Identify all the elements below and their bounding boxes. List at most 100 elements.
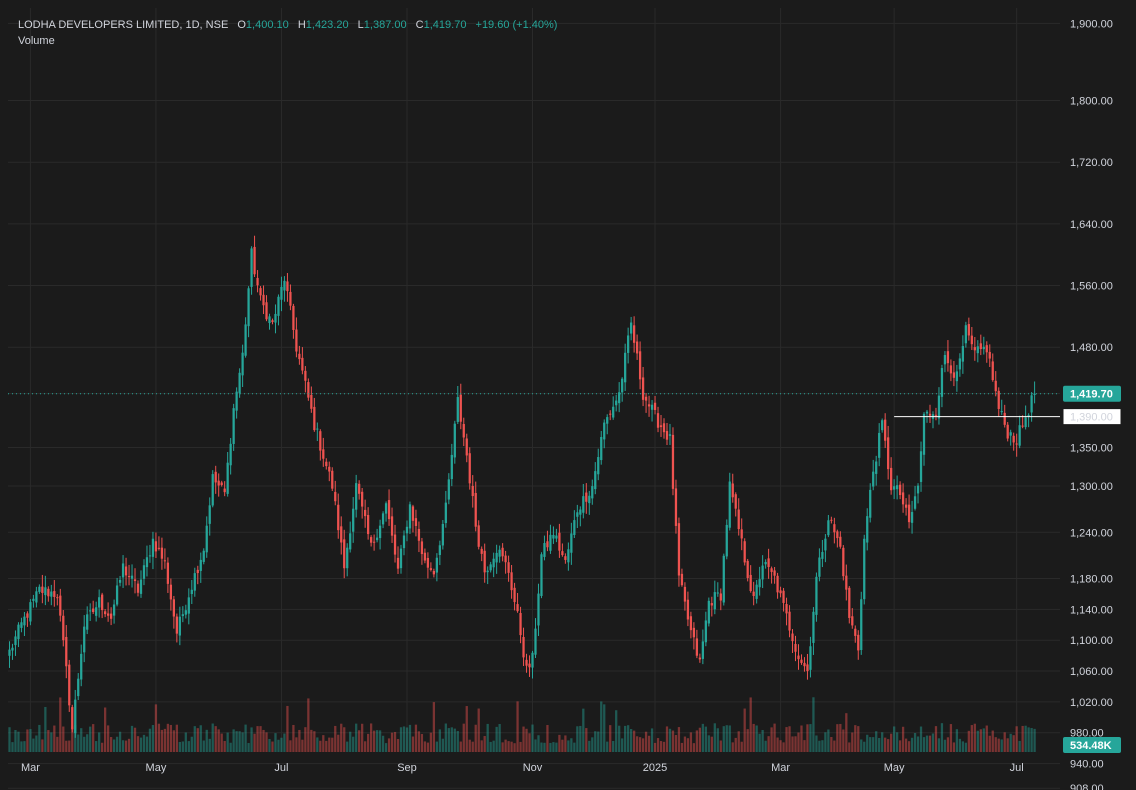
price-axis[interactable]: 1,900.00 1,800.00 1,720.00 1,640.00 1,560.00… (1062, 18, 1122, 790)
candle-body (609, 413, 612, 415)
candle-body (378, 525, 382, 539)
candle-body (426, 557, 430, 568)
volume-bar (361, 723, 364, 752)
candle-body (833, 524, 836, 533)
volume-bar (154, 704, 158, 752)
volume-bar (438, 729, 441, 752)
candle-body (38, 586, 41, 592)
volume-bar (764, 740, 767, 752)
candle-body (340, 526, 343, 543)
candle-body (1033, 393, 1036, 395)
volume-bar (659, 741, 663, 752)
volume-bar (375, 730, 379, 752)
candle-body (988, 351, 991, 359)
candle-body (594, 471, 597, 490)
candle-body (570, 533, 573, 553)
price-tick-label: 1,020.00 (1070, 697, 1113, 709)
volume-bar (89, 726, 92, 752)
candle-body (982, 346, 985, 350)
candle-body (396, 557, 400, 569)
candle-body (11, 647, 14, 651)
volume-bar (77, 734, 80, 752)
volume-bar (555, 742, 558, 752)
volume-bar (235, 731, 238, 752)
candle-body (734, 494, 737, 509)
candle-body (892, 486, 896, 490)
volume-bar (1027, 727, 1030, 752)
volume-bar (133, 727, 137, 752)
candle-body (492, 558, 495, 568)
candle-body (1015, 443, 1018, 445)
candle-body (375, 537, 379, 541)
candlestick-chart[interactable]: 1,900.00 1,800.00 1,720.00 1,640.00 1,560.00… (0, 0, 1136, 790)
candle-body (525, 659, 528, 666)
volume-bar (594, 731, 597, 752)
candle-body (95, 607, 98, 616)
candle-body (157, 547, 161, 549)
candle-body (133, 579, 137, 582)
candle-body (1027, 415, 1030, 417)
volume-bar (638, 737, 642, 752)
candle-body (1009, 432, 1012, 436)
volume-bar (1003, 732, 1006, 752)
candle-body (928, 413, 932, 416)
candle-body (815, 576, 818, 615)
volume-bar (226, 732, 229, 752)
candle-body (8, 649, 11, 656)
candle-body (283, 280, 286, 291)
volume-bar (662, 741, 666, 752)
volume-bar (202, 740, 205, 752)
candle-body (725, 524, 728, 557)
volume-bar (985, 725, 988, 752)
candle-body (154, 541, 158, 552)
volume-bar (809, 724, 812, 752)
candle-body (471, 485, 474, 497)
candle-body (731, 483, 734, 498)
candle-body (591, 486, 594, 499)
volume-bar (402, 726, 406, 752)
candle-body (435, 557, 439, 573)
candle-body (74, 699, 77, 734)
volume-bar (641, 738, 645, 752)
chart-legend: LODHA DEVELOPERS LIMITED, 1D, NSE O1,400… (18, 18, 557, 32)
candle-body (68, 664, 71, 706)
time-tick-label: Jul (1010, 762, 1024, 774)
candle-body (334, 491, 337, 502)
volume-bar (301, 739, 304, 752)
candle-body (196, 569, 199, 574)
volume-bar (214, 726, 217, 752)
volume-bar (994, 737, 997, 752)
volume-bar (782, 742, 785, 752)
volume-bar (875, 731, 878, 752)
volume-bar (734, 737, 737, 752)
volume-bar (931, 733, 935, 752)
candle-body (405, 526, 409, 534)
volume-bar (387, 738, 391, 752)
candle-body (737, 509, 740, 530)
volume-bar (731, 742, 734, 752)
volume-bar (585, 728, 588, 752)
candle-body (901, 492, 905, 505)
volume-bar (851, 732, 854, 752)
time-tick-label: Mar (21, 762, 40, 774)
volume-bar (767, 736, 770, 752)
volume-bar (704, 726, 707, 752)
volume-bar (340, 723, 343, 752)
volume-bar (11, 742, 14, 752)
volume-bar (495, 726, 498, 752)
price-tick-label: 940.00 (1070, 759, 1104, 771)
volume-bar (295, 737, 298, 752)
candle-body (307, 382, 310, 398)
candle-body (516, 604, 519, 612)
candle-body (202, 550, 205, 562)
volume-bar (343, 727, 346, 752)
volume-legend: Volume (18, 35, 55, 47)
volume-bar (839, 723, 842, 752)
volume-bar (582, 708, 585, 752)
candle-body (875, 461, 878, 474)
volume-bar (471, 741, 474, 752)
volume-bar (163, 728, 167, 752)
candle-body (369, 537, 373, 543)
candle-body (788, 611, 791, 631)
candle-body (546, 541, 549, 548)
